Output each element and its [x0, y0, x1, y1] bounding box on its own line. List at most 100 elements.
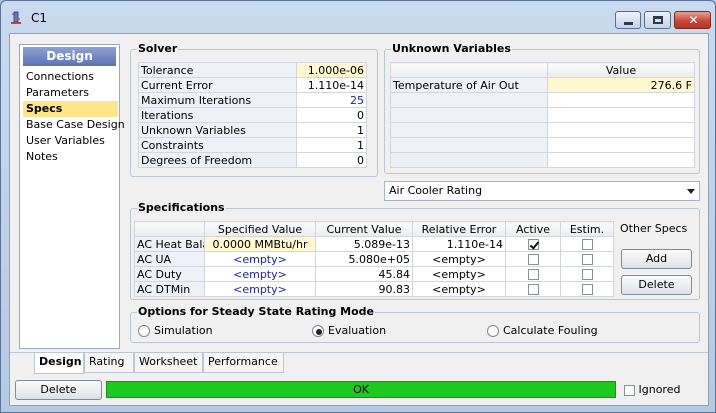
unknown-variables-table: Value Temperature of Air Out 276.6 F: [390, 62, 695, 168]
solver-label: Unknown Variables: [138, 122, 297, 138]
unknown-variable-value[interactable]: 276.6 F: [547, 77, 695, 93]
radio-calculate-fouling[interactable]: Calculate Fouling: [487, 324, 598, 337]
radio-indicator[interactable]: [487, 325, 499, 337]
specified-value-field[interactable]: <empty>: [204, 251, 316, 267]
ignored-label: Ignored: [638, 383, 681, 396]
table-row: [390, 122, 695, 138]
specifications-group: Specifications Specified Value Current V…: [130, 201, 700, 300]
estim-cell: [560, 236, 614, 252]
radio-label: Calculate Fouling: [503, 324, 598, 337]
table-row: Unknown Variables 1: [138, 122, 367, 138]
active-checkbox[interactable]: [527, 254, 539, 265]
close-icon: ✕: [688, 13, 699, 27]
table-row: AC Heat Balance 0.0000 MMBtu/hr 5.089e-1…: [134, 236, 614, 252]
rating-mode-group: Options for Steady State Rating Mode: [130, 305, 700, 343]
solver-label: Maximum Iterations: [138, 92, 297, 108]
column-header: Specified Value: [204, 221, 316, 237]
column-header: Estim.: [560, 221, 614, 237]
solver-group: Solver Tolerance 1.000e-06 Current Error 1…: [130, 42, 378, 177]
unknown-variable-label: Temperature of Air Out: [390, 77, 548, 93]
max-iterations-field[interactable]: 25: [296, 92, 367, 108]
ignored-toggle[interactable]: Ignored: [624, 383, 680, 396]
nav-item-base-case-design[interactable]: Base Case Design: [23, 117, 125, 133]
maximize-icon: [653, 16, 663, 24]
dialog-client: Design Connections Parameters Specs Base…: [9, 33, 709, 406]
header-blank: [134, 221, 205, 237]
delete-spec-button[interactable]: Delete: [621, 275, 692, 295]
specifications-table: Specified Value Current Value Relative E…: [134, 221, 614, 297]
nav-item-specs[interactable]: Specs: [23, 101, 118, 117]
mode-dropdown[interactable]: Air Cooler Rating: [384, 181, 700, 201]
constraints-value: 1: [296, 137, 367, 153]
current-value: 90.83: [315, 281, 413, 297]
table-row: Constraints 1: [138, 137, 367, 153]
title-bar[interactable]: C1 ✕: [1, 1, 715, 33]
estim-checkbox[interactable]: [581, 284, 593, 295]
tab-worksheet[interactable]: Worksheet: [134, 353, 203, 373]
radio-simulation[interactable]: Simulation: [138, 324, 213, 337]
table-row: Temperature of Air Out 276.6 F: [390, 77, 695, 93]
active-checkbox[interactable]: [527, 269, 539, 280]
table-row: [390, 137, 695, 153]
window-title: C1: [31, 11, 48, 25]
ignored-checkbox[interactable]: [624, 384, 635, 396]
specified-value-field[interactable]: <empty>: [204, 281, 316, 297]
column-header: Current Value: [315, 221, 413, 237]
tab-performance[interactable]: Performance: [203, 353, 284, 373]
solver-title: Solver: [137, 42, 179, 55]
table-row: [390, 92, 695, 108]
chevron-down-icon: [687, 189, 695, 194]
maximize-button[interactable]: [644, 11, 671, 29]
tab-rating[interactable]: Rating: [84, 353, 134, 373]
table-header-row: Value: [390, 62, 695, 78]
table-row: AC DTMin <empty> 90.83 <empty>: [134, 281, 614, 297]
solver-label: Iterations: [138, 107, 297, 123]
degrees-of-freedom-value: 0: [296, 152, 367, 168]
column-icon: [11, 11, 21, 24]
estim-checkbox[interactable]: [581, 269, 593, 280]
specified-value-field[interactable]: 0.0000 MMBtu/hr: [204, 236, 316, 252]
current-value: 45.84: [315, 266, 413, 282]
close-button[interactable]: ✕: [674, 11, 711, 29]
specified-value-field[interactable]: <empty>: [204, 266, 316, 282]
estim-checkbox[interactable]: [581, 254, 593, 265]
column-header: Relative Error: [412, 221, 506, 237]
table-header-row: Specified Value Current Value Relative E…: [134, 221, 614, 237]
table-row: Maximum Iterations 25: [138, 92, 367, 108]
add-spec-button[interactable]: Add: [621, 249, 692, 269]
spec-name: AC Heat Balance: [134, 236, 205, 252]
table-row: AC UA <empty> 5.080e+05 <empty>: [134, 251, 614, 267]
spec-name: AC Duty: [134, 266, 205, 282]
relative-error: <empty>: [412, 251, 506, 267]
table-row: [390, 152, 695, 168]
mode-dropdown-value: Air Cooler Rating: [389, 184, 483, 197]
unknown-variables-title: Unknown Variables: [391, 42, 512, 55]
minimize-button[interactable]: [615, 11, 641, 29]
nav-item-parameters[interactable]: Parameters: [23, 85, 118, 101]
design-nav: Design Connections Parameters Specs Base…: [19, 44, 125, 349]
nav-item-notes[interactable]: Notes: [23, 149, 118, 165]
nav-header: Design: [23, 47, 116, 66]
tab-bar: Design Rating Worksheet Performance: [10, 352, 708, 374]
active-checkbox[interactable]: [527, 284, 539, 295]
relative-error: <empty>: [412, 281, 506, 297]
value-header: Value: [547, 62, 695, 78]
nav-item-user-variables[interactable]: User Variables: [23, 133, 118, 149]
active-checkbox[interactable]: [527, 239, 539, 250]
current-value: 5.089e-13: [315, 236, 413, 252]
header-blank: [390, 62, 548, 78]
estim-checkbox[interactable]: [581, 239, 593, 250]
radio-indicator[interactable]: [312, 325, 324, 337]
table-row: Current Error 1.110e-14: [138, 77, 367, 93]
tolerance-field[interactable]: 1.000e-06: [296, 62, 367, 78]
status-bar: OK: [106, 381, 616, 398]
active-cell: [505, 281, 561, 297]
nav-item-connections[interactable]: Connections: [23, 69, 118, 85]
tab-design[interactable]: Design: [34, 353, 84, 374]
delete-button[interactable]: Delete: [15, 380, 102, 400]
spec-name: AC DTMin: [134, 281, 205, 297]
estim-cell: [560, 281, 614, 297]
radio-indicator[interactable]: [138, 325, 150, 337]
radio-evaluation[interactable]: Evaluation: [312, 324, 386, 337]
radio-label: Evaluation: [328, 324, 387, 337]
